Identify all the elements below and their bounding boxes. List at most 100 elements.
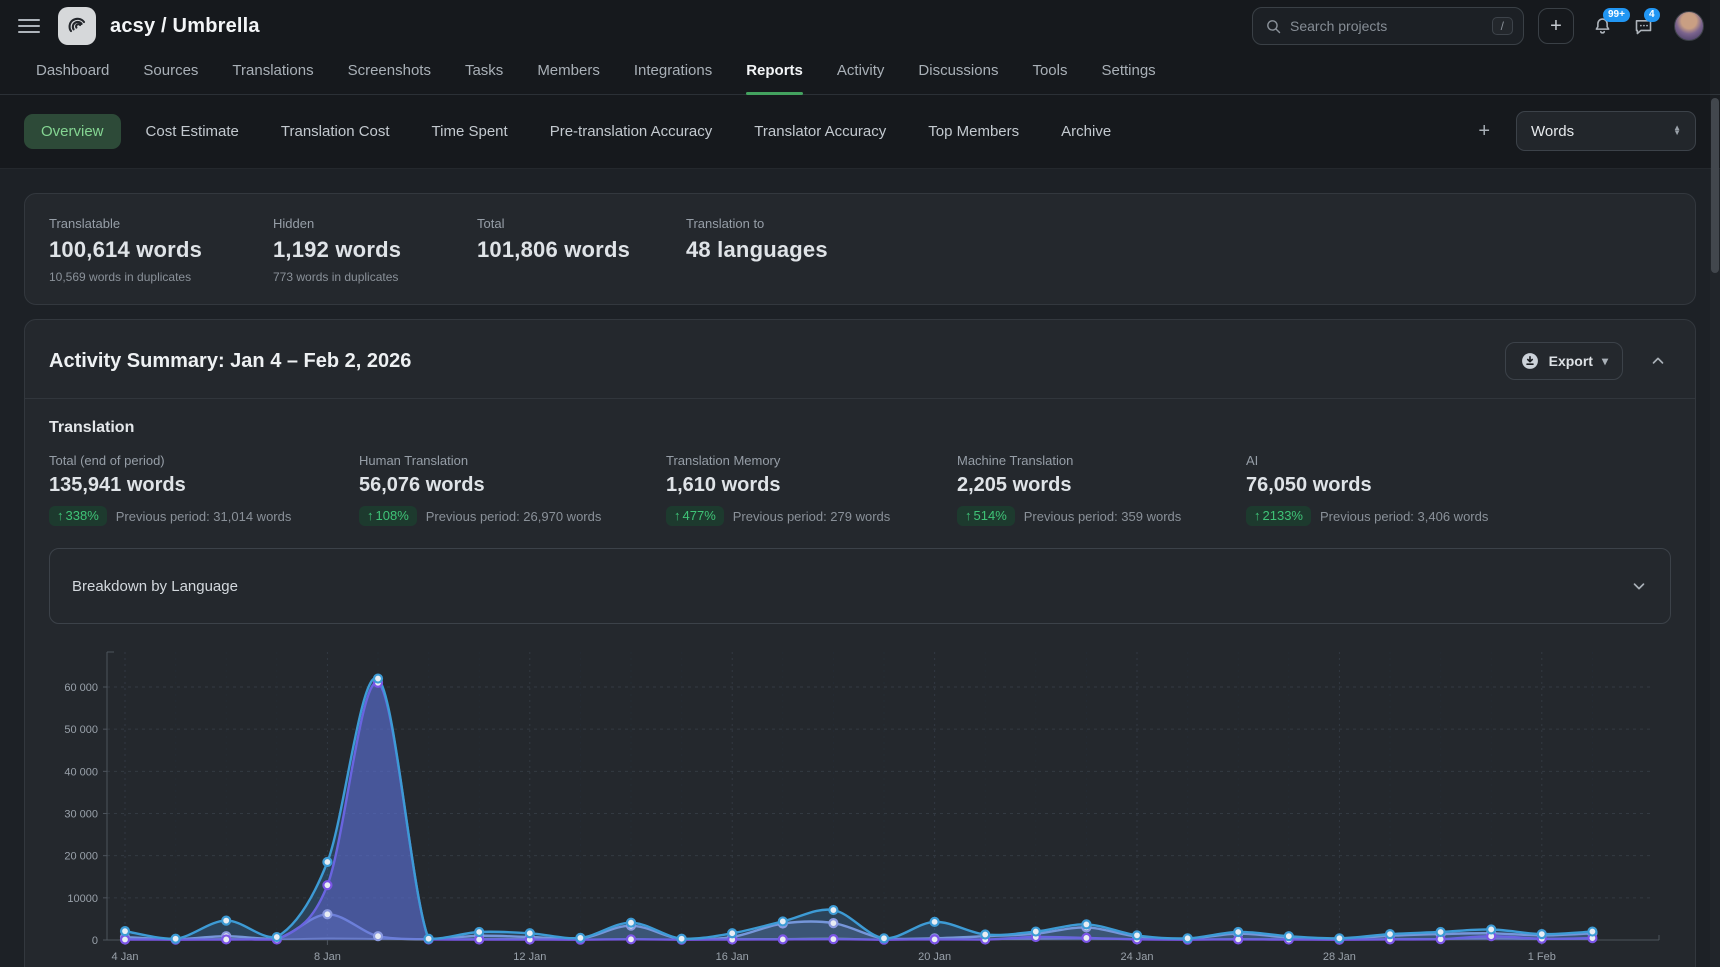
svg-text:1 Feb: 1 Feb: [1528, 951, 1556, 963]
activity-title: Activity Summary: Jan 4 – Feb 2, 2026: [49, 350, 1505, 373]
messages-badge: 4: [1644, 8, 1660, 22]
svg-text:12 Jan: 12 Jan: [513, 951, 546, 963]
metric-label: Machine Translation: [957, 453, 1246, 468]
stat-translation-to: Translation to 48 languages: [686, 216, 848, 284]
metric-label: AI: [1246, 453, 1488, 468]
change-badge: ↑108%: [359, 506, 417, 526]
chevron-down-icon: [1630, 577, 1648, 595]
nav-item-settings[interactable]: Settings: [1101, 52, 1155, 94]
svg-text:8 Jan: 8 Jan: [314, 951, 341, 963]
metric-machine-translation: Machine Translation 2,205 words ↑514% Pr…: [957, 453, 1246, 526]
stat-sub: 773 words in duplicates: [273, 270, 457, 284]
app-logo[interactable]: [58, 7, 96, 45]
nav-item-screenshots[interactable]: Screenshots: [348, 52, 431, 94]
stat-label: Total: [477, 216, 666, 231]
nav-item-sources[interactable]: Sources: [143, 52, 198, 94]
breakdown-label: Breakdown by Language: [72, 578, 238, 595]
up-arrow-icon: ↑: [1254, 508, 1261, 523]
svg-text:20 Jan: 20 Jan: [918, 951, 951, 963]
messages-button[interactable]: 4: [1633, 16, 1654, 37]
nav-item-dashboard[interactable]: Dashboard: [36, 52, 109, 94]
nav-item-translations[interactable]: Translations: [232, 52, 313, 94]
logo-bird-icon: [65, 14, 89, 38]
caret-down-icon: ▾: [1602, 354, 1608, 368]
previous-period: Previous period: 31,014 words: [116, 509, 292, 524]
previous-period: Previous period: 26,970 words: [426, 509, 602, 524]
svg-text:20 000: 20 000: [64, 851, 98, 863]
tab-archive[interactable]: Archive: [1044, 114, 1128, 149]
create-project-button[interactable]: +: [1538, 8, 1574, 44]
tab-overview[interactable]: Overview: [24, 114, 121, 149]
search-shortcut-key: /: [1492, 17, 1513, 35]
breakdown-by-language-toggle[interactable]: Breakdown by Language: [49, 548, 1671, 624]
stat-value: 1,192 words: [273, 237, 457, 263]
svg-text:28 Jan: 28 Jan: [1323, 951, 1356, 963]
tab-time-spent[interactable]: Time Spent: [415, 114, 525, 149]
export-button[interactable]: Export ▾: [1505, 342, 1623, 380]
activity-chart-container: 01000020 00030 00040 00050 00060 0004 Ja…: [49, 638, 1671, 967]
nav-item-discussions[interactable]: Discussions: [918, 52, 998, 94]
download-icon: [1520, 351, 1540, 371]
stat-translatable: Translatable 100,614 words 10,569 words …: [49, 216, 273, 284]
metric-human-translation: Human Translation 56,076 words ↑108% Pre…: [359, 453, 666, 526]
nav-item-members[interactable]: Members: [537, 52, 600, 94]
change-badge: ↑338%: [49, 506, 107, 526]
notifications-button[interactable]: 99+: [1592, 16, 1613, 37]
top-zone: acsy / Umbrella / + 99+ 4: [0, 0, 1720, 169]
page-scrollbar[interactable]: [1710, 0, 1720, 967]
metric-label: Human Translation: [359, 453, 666, 468]
metric-value: 135,941 words: [49, 474, 359, 497]
nav-item-activity[interactable]: Activity: [837, 52, 885, 94]
search-box[interactable]: /: [1252, 7, 1524, 45]
tab-translation-cost[interactable]: Translation Cost: [264, 114, 407, 149]
notifications-badge: 99+: [1603, 8, 1630, 22]
previous-period: Previous period: 3,406 words: [1320, 509, 1488, 524]
search-input[interactable]: [1290, 18, 1484, 34]
reports-sub-nav: Overview Cost Estimate Translation Cost …: [0, 95, 1720, 169]
metric-value: 56,076 words: [359, 474, 666, 497]
metric-label: Translation Memory: [666, 453, 957, 468]
up-arrow-icon: ↑: [367, 508, 374, 523]
project-title: acsy / Umbrella: [110, 15, 260, 38]
stat-sub: 10,569 words in duplicates: [49, 270, 253, 284]
stat-value: 48 languages: [686, 237, 828, 263]
add-report-button[interactable]: +: [1468, 116, 1500, 147]
unit-select[interactable]: Words ▲▼: [1516, 111, 1696, 151]
tab-top-members[interactable]: Top Members: [911, 114, 1036, 149]
export-label: Export: [1549, 353, 1593, 369]
translation-metrics: Total (end of period) 135,941 words ↑338…: [49, 453, 1671, 526]
svg-text:10000: 10000: [67, 893, 98, 905]
stat-label: Translation to: [686, 216, 828, 231]
change-badge: ↑477%: [666, 506, 724, 526]
scrollbar-thumb[interactable]: [1711, 98, 1719, 273]
menu-button[interactable]: [18, 19, 40, 33]
tab-cost-estimate[interactable]: Cost Estimate: [129, 114, 256, 149]
activity-header: Activity Summary: Jan 4 – Feb 2, 2026 Ex…: [49, 342, 1671, 380]
stat-hidden: Hidden 1,192 words 773 words in duplicat…: [273, 216, 477, 284]
unit-select-value: Words: [1531, 123, 1673, 140]
chevron-up-icon: [1649, 352, 1667, 370]
metric-value: 2,205 words: [957, 474, 1246, 497]
previous-period: Previous period: 279 words: [733, 509, 891, 524]
nav-item-integrations[interactable]: Integrations: [634, 52, 712, 94]
metric-label: Total (end of period): [49, 453, 359, 468]
nav-item-tasks[interactable]: Tasks: [465, 52, 503, 94]
change-badge: ↑514%: [957, 506, 1015, 526]
user-avatar[interactable]: [1674, 11, 1704, 41]
svg-text:4 Jan: 4 Jan: [112, 951, 139, 963]
svg-text:30 000: 30 000: [64, 809, 98, 821]
word-stats-card: Translatable 100,614 words 10,569 words …: [24, 193, 1696, 305]
stat-total: Total 101,806 words: [477, 216, 686, 284]
stat-label: Hidden: [273, 216, 457, 231]
collapse-section-button[interactable]: [1645, 348, 1671, 374]
tab-pre-translation-accuracy[interactable]: Pre-translation Accuracy: [533, 114, 730, 149]
metric-value: 76,050 words: [1246, 474, 1488, 497]
svg-text:60 000: 60 000: [64, 682, 98, 694]
nav-item-tools[interactable]: Tools: [1032, 52, 1067, 94]
metric-translation-memory: Translation Memory 1,610 words ↑477% Pre…: [666, 453, 957, 526]
tab-translator-accuracy[interactable]: Translator Accuracy: [737, 114, 903, 149]
up-arrow-icon: ↑: [57, 508, 64, 523]
divider: [25, 398, 1695, 399]
nav-item-reports[interactable]: Reports: [746, 52, 803, 94]
up-arrow-icon: ↑: [965, 508, 972, 523]
